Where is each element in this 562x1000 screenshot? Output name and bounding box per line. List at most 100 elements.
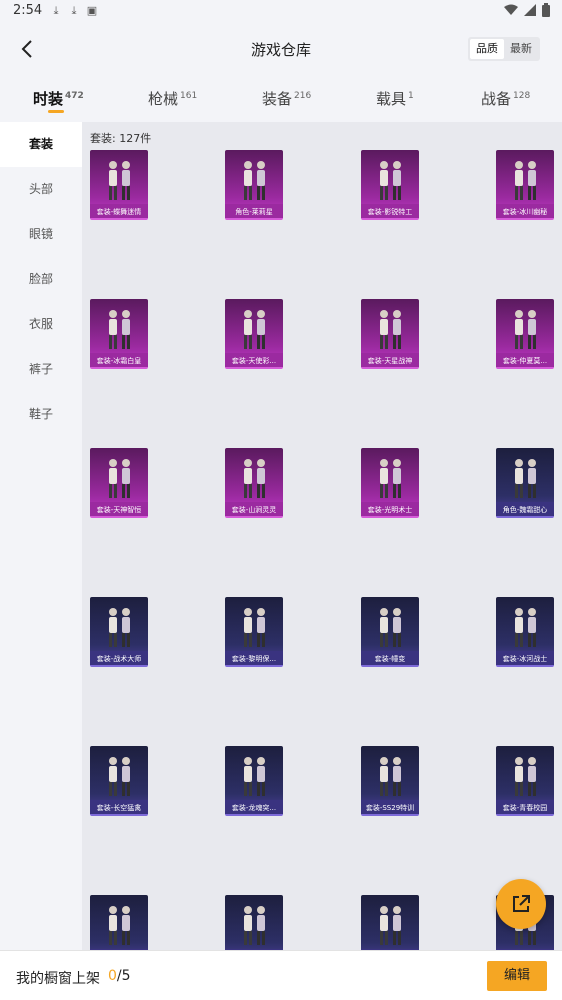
item-name: 套装-影锐特工 (361, 204, 419, 218)
item-card[interactable] (90, 895, 148, 950)
item-card[interactable]: 套装-幢变 (361, 597, 419, 667)
sidebar: 套装 头部 眼镜 脸部 衣服 裤子 鞋子 (0, 122, 82, 950)
item-card[interactable]: 套装-黎明保... (225, 597, 283, 667)
item-name: 角色-莱莉星 (225, 204, 283, 218)
tab-count: 1 (408, 91, 414, 101)
item-name: 套装-SS29特训 (361, 800, 419, 814)
outfit-figure-icon (361, 299, 419, 353)
tab-vehicles[interactable]: 载具 1 (376, 88, 414, 109)
item-name: 套装-冰霜白皇 (90, 353, 148, 367)
tab-count: 472 (65, 91, 84, 101)
showcase-count: 0/5 (108, 968, 131, 984)
header: 游戏仓库 品质 最新 (0, 24, 562, 74)
sort-option-quality[interactable]: 品质 (470, 39, 504, 59)
tab-count: 128 (513, 91, 531, 101)
item-card[interactable]: 套装-天星战神 (361, 299, 419, 369)
outfit-figure-icon (90, 150, 148, 204)
tab-count: 216 (294, 91, 312, 101)
item-name: 套装-长空猛禽 (90, 800, 148, 814)
outfit-figure-icon (90, 299, 148, 353)
tab-firearms[interactable]: 枪械 161 (148, 88, 197, 109)
sidebar-item-glasses[interactable]: 眼镜 (0, 212, 82, 257)
sidebar-item-pants[interactable]: 裤子 (0, 347, 82, 392)
download-icon: ⤓ (71, 4, 77, 17)
tab-supplies[interactable]: 战备 128 (481, 88, 530, 109)
item-name: 套装-冰川幽秘 (496, 204, 554, 218)
item-name: 套装-山涧灵灵 (225, 502, 283, 516)
outfit-figure-icon (225, 597, 283, 651)
item-name: 套装-黎明保... (225, 651, 283, 665)
outfit-figure-icon (496, 597, 554, 651)
item-card[interactable]: 套装-SS29特训 (361, 746, 419, 816)
download-icon: ⤓ (53, 4, 59, 17)
item-card[interactable] (361, 895, 419, 950)
sidebar-item-shoes[interactable]: 鞋子 (0, 392, 82, 437)
outfit-figure-icon (90, 746, 148, 800)
item-card[interactable]: 套装-长空猛禽 (90, 746, 148, 816)
item-card[interactable]: 套装-影锐特工 (361, 150, 419, 220)
item-card[interactable]: 套装-冰河战士 (496, 597, 554, 667)
outfit-figure-icon (90, 597, 148, 651)
item-name: 角色-魏霜甜心 (496, 502, 554, 516)
active-tab-indicator (48, 110, 64, 113)
item-card[interactable]: 套装-天神智恒 (90, 448, 148, 518)
item-card[interactable]: 套装-战术大师 (90, 597, 148, 667)
showcase-total: /5 (116, 968, 131, 984)
item-name: 套装-仲夏莫... (496, 353, 554, 367)
item-card[interactable]: 套装-龙魂突... (225, 746, 283, 816)
item-name: 套装-天使彩... (225, 353, 283, 367)
item-name: 套装-幢变 (361, 651, 419, 665)
tab-label: 战备 (481, 90, 512, 108)
battery-icon (542, 3, 550, 17)
outfit-figure-icon (496, 150, 554, 204)
item-card[interactable]: 角色-魏霜甜心 (496, 448, 554, 518)
item-card[interactable]: 套装-仲夏莫... (496, 299, 554, 369)
item-name: 套装-天神智恒 (90, 502, 148, 516)
tab-label: 枪械 (148, 90, 179, 108)
item-card[interactable]: 套装-山涧灵灵 (225, 448, 283, 518)
item-card[interactable]: 角色-莱莉星 (225, 150, 283, 220)
edit-button[interactable]: 编辑 (487, 961, 547, 991)
item-count-label: 套装: 127件 (90, 132, 152, 145)
item-card[interactable] (225, 895, 283, 950)
item-card[interactable]: 套装-光明术士 (361, 448, 419, 518)
tab-label: 装备 (262, 90, 293, 108)
sidebar-item-face[interactable]: 脸部 (0, 257, 82, 302)
tab-fashion[interactable]: 时装 472 (33, 88, 84, 109)
sort-option-newest[interactable]: 最新 (504, 39, 538, 59)
category-tabs: 时装 472 枪械 161 装备 216 载具 1 战备 128 (0, 74, 562, 122)
tab-label: 载具 (376, 90, 407, 108)
item-card[interactable]: 套装-冰川幽秘 (496, 150, 554, 220)
item-card[interactable]: 套装-蝶舞迷情 (90, 150, 148, 220)
item-card[interactable]: 套装-天使彩... (225, 299, 283, 369)
item-card[interactable]: 套装-青春校园 (496, 746, 554, 816)
outfit-figure-icon (361, 746, 419, 800)
outfit-figure-icon (496, 746, 554, 800)
item-name: 套装-冰河战士 (496, 651, 554, 665)
showcase-label: 我的橱窗上架 (16, 971, 100, 987)
outfit-figure-icon (225, 299, 283, 353)
share-fab-button[interactable] (496, 879, 546, 929)
tab-label: 时装 (33, 90, 64, 108)
item-name: 套装-青春校园 (496, 800, 554, 814)
outfit-figure-icon (225, 895, 283, 949)
outfit-figure-icon (496, 448, 554, 502)
status-bar: 2:54 ⤓ ⤓ ▣ (0, 0, 562, 24)
item-name: 套装-龙魂突... (225, 800, 283, 814)
item-name: 套装-光明术士 (361, 502, 419, 516)
outfit-figure-icon (90, 895, 148, 949)
outfit-figure-icon (361, 150, 419, 204)
sidebar-item-suits[interactable]: 套装 (0, 122, 82, 167)
wifi-icon (504, 4, 518, 15)
sort-toggle: 品质 最新 (468, 37, 540, 61)
item-card[interactable]: 套装-冰霜白皇 (90, 299, 148, 369)
bottom-bar: 我的橱窗上架 0/5 编辑 (0, 950, 562, 1000)
outfit-figure-icon (361, 448, 419, 502)
sidebar-item-head[interactable]: 头部 (0, 167, 82, 212)
signal-icon (524, 4, 536, 16)
item-name: 套装-天星战神 (361, 353, 419, 367)
tab-equipment[interactable]: 装备 216 (262, 88, 311, 109)
sidebar-item-clothes[interactable]: 衣服 (0, 302, 82, 347)
status-time: 2:54 (13, 3, 43, 18)
outfit-figure-icon (225, 150, 283, 204)
